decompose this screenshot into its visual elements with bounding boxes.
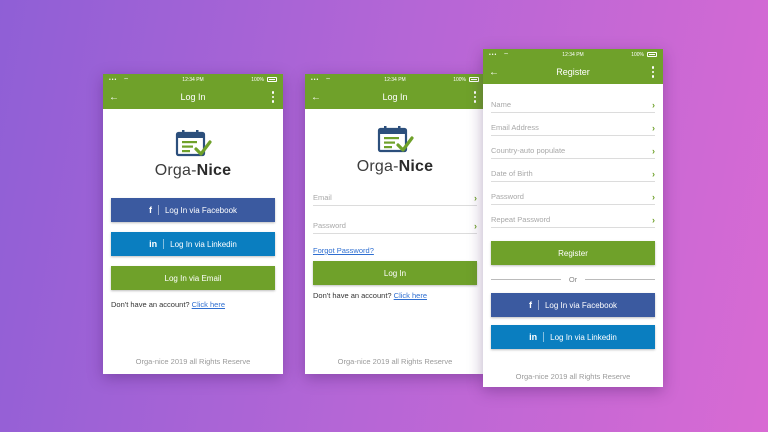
chevron-right-icon: › [652,191,655,202]
email-address-field[interactable]: › [491,120,655,136]
password-field[interactable]: › [313,218,477,234]
facebook-icon: f [529,300,539,310]
chevron-right-icon: › [652,145,655,156]
or-divider: Or [491,275,655,284]
app-logo: Orga-Nice [103,129,283,180]
date-of-birth-input[interactable] [491,169,631,178]
page-title: Register [556,67,590,77]
password-field[interactable]: › [491,189,655,205]
app-bar: ← Log In [305,85,485,109]
signup-link[interactable]: Click here [192,300,225,309]
signup-link[interactable]: Click here [394,291,427,300]
app-logo: Orga-Nice [305,125,485,176]
brand-name: Orga-Nice [154,162,232,179]
facebook-login-button[interactable]: f Log In via Facebook [111,198,275,222]
arrow-left-icon[interactable]: ← [109,90,123,104]
copyright-footer: Orga-nice 2019 all Rights Reserve [337,357,453,366]
app-bar: ← Log In [103,85,283,109]
linkedin-login-button[interactable]: in Log In via Linkedin [491,325,655,349]
calendar-check-icon [175,130,212,157]
country-field[interactable]: › [491,143,655,159]
status-bar: ••• ⌔ 12:34 PM 100% [305,74,485,85]
email-input[interactable] [313,193,453,202]
login-button[interactable]: Log In [313,261,477,285]
email-field[interactable]: › [313,190,477,206]
name-input[interactable] [491,100,631,109]
arrow-left-icon[interactable]: ← [311,90,325,104]
page-title: Log In [382,92,408,102]
battery-icon [267,77,277,82]
status-time: 12:34 PM [384,76,406,83]
name-field[interactable]: › [491,97,655,113]
linkedin-login-button[interactable]: in Log In via Linkedin [111,232,275,256]
copyright-footer: Orga-nice 2019 all Rights Reserve [515,372,631,381]
status-time: 12:34 PM [182,76,204,83]
calendar-check-icon [377,126,414,153]
page-title: Log In [180,92,206,102]
facebook-icon: f [149,205,159,215]
chevron-right-icon: › [652,168,655,179]
brand-name: Orga-Nice [356,158,434,175]
facebook-login-button[interactable]: f Log In via Facebook [491,293,655,317]
password-input[interactable] [491,192,631,201]
chevron-right-icon: › [474,192,477,203]
signup-prompt: Don't have an account? Click here [111,300,226,309]
kebab-menu-icon[interactable] [649,65,657,79]
copyright-footer: Orga-nice 2019 all Rights Reserve [135,357,251,366]
linkedin-icon: in [149,239,165,249]
status-bar: ••• ⌔ 12:34 PM 100% [103,74,283,85]
login-options-screen: ••• ⌔ 12:34 PM 100% ← Log In Orga-Nice f… [103,74,283,374]
arrow-left-icon[interactable]: ← [489,65,503,79]
register-screen: ••• ⌔ 12:34 PM 100% ← Register › › › › › [483,49,663,387]
forgot-password-link[interactable]: Forgot Password? [313,246,477,255]
register-button[interactable]: Register [491,241,655,265]
kebab-menu-icon[interactable] [269,90,277,104]
repeat-password-input[interactable] [491,215,631,224]
repeat-password-field[interactable]: › [491,212,655,228]
chevron-right-icon: › [652,99,655,110]
linkedin-icon: in [529,332,545,342]
email-address-input[interactable] [491,123,631,132]
signup-prompt: Don't have an account? Click here [313,291,428,300]
status-time: 12:34 PM [562,51,584,58]
app-bar: ← Register [483,60,663,84]
chevron-right-icon: › [474,220,477,231]
date-of-birth-field[interactable]: › [491,166,655,182]
chevron-right-icon: › [652,122,655,133]
country-input[interactable] [491,146,631,155]
battery-icon [647,52,657,57]
email-login-button[interactable]: Log In via Email [111,266,275,290]
battery-icon [469,77,479,82]
email-login-screen: ••• ⌔ 12:34 PM 100% ← Log In Orga-Nice › [305,74,485,374]
kebab-menu-icon[interactable] [471,90,479,104]
chevron-right-icon: › [652,214,655,225]
status-bar: ••• ⌔ 12:34 PM 100% [483,49,663,60]
password-input[interactable] [313,221,453,230]
